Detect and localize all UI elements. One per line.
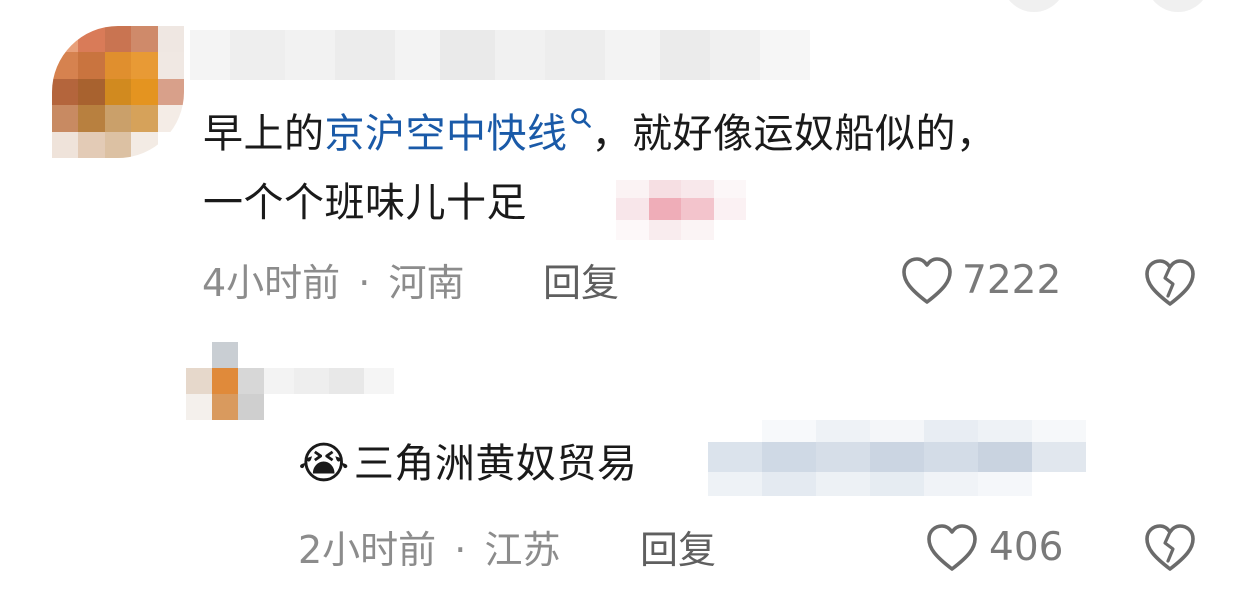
comment-meta: 2小时前 · 江苏 [298, 528, 560, 572]
broken-heart-icon[interactable] [1143, 523, 1197, 573]
topic-link[interactable]: 京沪空中快线 [325, 108, 592, 157]
comment-item: 早上的京沪空中快线 ，就好像运奴船似的， 一个个班味儿十足 4小时前 · 河南 回… [0, 0, 1260, 320]
comment-location: 河南 [388, 261, 465, 305]
like-button[interactable]: 7222 [900, 256, 1061, 306]
sticker-blurred [616, 180, 746, 240]
avatar[interactable] [52, 26, 184, 158]
comment-location: 江苏 [484, 528, 561, 572]
like-button[interactable]: 406 [925, 523, 1063, 573]
reply-button[interactable]: 回复 [640, 528, 716, 572]
comment-meta: 4小时前 · 河南 [202, 261, 464, 305]
dislike-button[interactable] [1143, 523, 1197, 577]
reply-comment-item: 😭 三角洲黄奴贸易 2小时前 · 江苏 回复 406 [0, 330, 1260, 603]
comment-text-line2: 一个个班味儿十足 [203, 174, 527, 232]
broken-heart-icon[interactable] [1143, 258, 1197, 308]
like-count: 7222 [962, 258, 1062, 303]
comment-time: 4小时前 [202, 261, 341, 305]
comment-time: 2小时前 [298, 528, 437, 572]
search-icon[interactable] [570, 107, 592, 129]
heart-icon[interactable] [925, 523, 979, 573]
comment-text: 早上的京沪空中快线 ，就好像运奴船似的， [203, 105, 997, 163]
meta-separator: · [454, 528, 467, 572]
topic-link-text[interactable]: 京沪空中快线 [325, 111, 568, 157]
like-count: 406 [989, 525, 1064, 570]
comment-text-part: 一个个班味儿十足 [203, 180, 527, 226]
meta-separator: · [358, 261, 371, 305]
comment-text: 😭 三角洲黄奴贸易 [298, 435, 637, 493]
heart-icon[interactable] [900, 256, 954, 306]
username-blurred[interactable] [264, 368, 394, 394]
comment-text-part: 早上的 [203, 111, 325, 157]
comment-text-part: ，就好像运奴船似的， [591, 111, 997, 157]
reply-button[interactable]: 回复 [543, 261, 619, 305]
avatar[interactable] [186, 342, 264, 420]
comment-text-part: 三角洲黄奴贸易 [353, 441, 638, 487]
crying-emoji-icon: 😭 [298, 438, 350, 489]
text-blurred [708, 420, 1086, 496]
username-blurred[interactable] [190, 30, 810, 80]
dislike-button[interactable] [1143, 258, 1197, 312]
